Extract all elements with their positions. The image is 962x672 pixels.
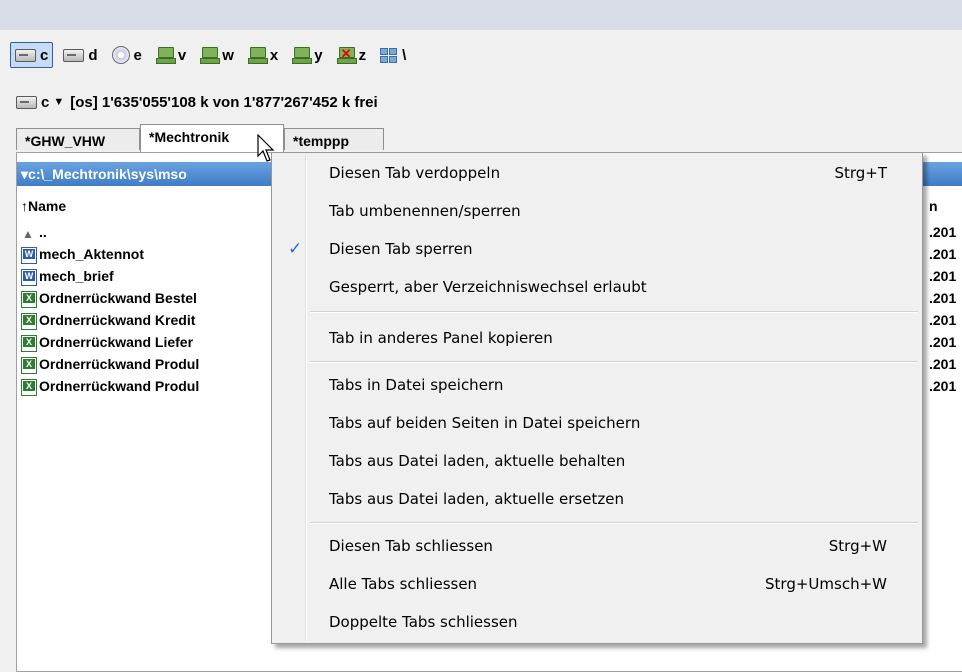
excel-document-icon <box>21 334 37 352</box>
file-date: .201 <box>929 312 957 328</box>
excel-document-icon <box>21 290 37 308</box>
hard-drive-icon <box>16 95 37 109</box>
file-name: Ordnerrückwand Liefer <box>39 334 194 350</box>
drive-button-v[interactable]: v <box>152 43 190 67</box>
disconnected-network-drive-icon: ✕ <box>336 47 357 64</box>
menu-item-label: Tab umbenennen/sperren <box>329 202 521 220</box>
drive-button-w[interactable]: w <box>196 43 238 67</box>
menu-item-label: Doppelte Tabs schliessen <box>329 613 518 631</box>
menu-item-label: Tabs aus Datei laden, aktuelle ersetzen <box>329 490 624 508</box>
drive-button-x[interactable]: x <box>244 43 282 67</box>
drive-label: z <box>358 46 367 64</box>
parent-folder-icon <box>21 223 37 245</box>
network-drive-icon <box>155 47 176 64</box>
drive-label: e <box>133 46 142 64</box>
chevron-down-icon: ▼ <box>53 96 65 108</box>
menu-separator <box>310 361 918 363</box>
drive-label: w <box>222 46 234 64</box>
drive-label: x <box>269 46 279 64</box>
excel-document-icon <box>21 356 37 374</box>
drive-button-e[interactable]: e <box>108 43 146 67</box>
file-name: Ordnerrückwand Kredit <box>39 312 196 328</box>
file-name: Ordnerrückwand Produl <box>39 356 200 372</box>
file-name: mech_Aktennot <box>39 246 145 262</box>
file-date: .201 <box>929 246 957 262</box>
excel-document-icon <box>21 312 37 330</box>
menu-item-shortcut: Strg+T <box>834 164 887 182</box>
file-date: .201 <box>929 356 957 372</box>
menu-item-label: Tabs in Datei speichern <box>329 376 504 394</box>
drive-dropdown-label: c <box>41 93 50 111</box>
drive-button-c[interactable]: c <box>10 42 54 68</box>
menu-item-save-both-sides[interactable]: Tabs auf beiden Seiten in Datei speicher… <box>274 407 920 439</box>
menu-item-label: Diesen Tab sperren <box>329 240 473 258</box>
menu-item-label: Gesperrt, aber Verzeichniswechsel erlaub… <box>329 278 647 296</box>
menu-item-lock-tab[interactable]: ✓ Diesen Tab sperren <box>274 233 920 265</box>
menu-item-save-tabs[interactable]: Tabs in Datei speichern <box>274 369 920 401</box>
file-date: .201 <box>929 378 957 394</box>
menu-item-shortcut: Strg+Umsch+W <box>765 575 887 593</box>
menu-separator <box>310 311 918 313</box>
menu-item-close-tab[interactable]: Diesen Tab schliessen Strg+W <box>274 530 920 562</box>
drive-button-y[interactable]: y <box>288 43 326 67</box>
drive-button-d[interactable]: d <box>59 43 101 67</box>
column-date-label: n <box>929 198 938 214</box>
network-drive-icon <box>292 47 313 64</box>
menu-item-label: Alle Tabs schliessen <box>329 575 478 593</box>
tab-temppp[interactable]: *temppp <box>284 128 384 150</box>
drive-label: \ <box>402 46 407 64</box>
drive-label: d <box>88 46 98 64</box>
excel-document-icon <box>21 378 37 396</box>
menu-item-rename-lock-tab[interactable]: Tab umbenennen/sperren <box>274 195 920 227</box>
menu-item-close-duplicate-tabs[interactable]: Doppelte Tabs schliessen <box>274 606 920 638</box>
drive-label: y <box>314 46 323 64</box>
tab-context-menu: Diesen Tab verdoppeln Strg+T Tab umbenenn… <box>271 152 923 644</box>
menu-item-locked-dir-change[interactable]: Gesperrt, aber Verzeichniswechsel erlaub… <box>274 271 920 303</box>
menu-item-shortcut: Strg+W <box>828 537 887 555</box>
drive-dropdown[interactable]: c ▼ <box>16 94 64 111</box>
file-date: .201 <box>929 334 957 350</box>
menu-separator <box>310 522 918 524</box>
column-name-label: ↑Name <box>21 198 67 214</box>
word-document-icon <box>21 246 37 264</box>
file-name: Ordnerrückwand Bestel <box>39 290 197 306</box>
word-document-icon <box>21 268 37 286</box>
menu-item-close-all-tabs[interactable]: Alle Tabs schliessen Strg+Umsch+W <box>274 568 920 600</box>
drive-label: v <box>177 46 187 64</box>
menu-item-load-replace[interactable]: Tabs aus Datei laden, aktuelle ersetzen <box>274 483 920 515</box>
hard-drive-icon <box>63 48 85 62</box>
cd-drive-icon <box>111 46 130 64</box>
drive-free-space: [os] 1'635'055'108 k von 1'877'267'452 k… <box>70 93 378 111</box>
drive-info-bar: c ▼ [os] 1'635'055'108 k von 1'877'267'4… <box>16 92 378 112</box>
menu-item-label: Diesen Tab schliessen <box>329 537 493 555</box>
menu-item-duplicate-tab[interactable]: Diesen Tab verdoppeln Strg+T <box>274 157 920 189</box>
menu-item-label: Tabs aus Datei laden, aktuelle behalten <box>329 452 626 470</box>
menu-item-label: Tab in anderes Panel kopieren <box>329 329 553 347</box>
network-drive-icon <box>247 47 268 64</box>
drive-bar: c d e v w x y ✕ z \ <box>10 40 410 70</box>
menu-item-copy-to-other-panel[interactable]: Tab in anderes Panel kopieren <box>274 322 920 354</box>
network-drive-icon <box>200 47 221 64</box>
file-name: Ordnerrückwand Produl <box>39 378 200 394</box>
tab-ghw-vhw[interactable]: *GHW_VHW <box>16 128 140 150</box>
mouse-cursor-icon <box>257 134 275 162</box>
file-name: mech_brief <box>39 268 114 284</box>
file-name: .. <box>39 224 47 240</box>
check-icon: ✓ <box>288 239 303 259</box>
network-tree-icon <box>380 47 398 63</box>
drive-label: c <box>40 46 49 64</box>
file-date: .201 <box>929 268 957 284</box>
file-date: .201 <box>929 290 957 306</box>
menu-item-load-keep[interactable]: Tabs aus Datei laden, aktuelle behalten <box>274 445 920 477</box>
drive-button-z[interactable]: ✕ z <box>333 43 371 67</box>
hard-drive-icon <box>15 48 36 62</box>
drive-button-network[interactable]: \ <box>376 43 410 67</box>
menu-item-label: Diesen Tab verdoppeln <box>329 164 501 182</box>
file-date: .201 <box>929 224 957 240</box>
menu-item-label: Tabs auf beiden Seiten in Datei speicher… <box>329 414 641 432</box>
top-strip <box>0 0 962 30</box>
